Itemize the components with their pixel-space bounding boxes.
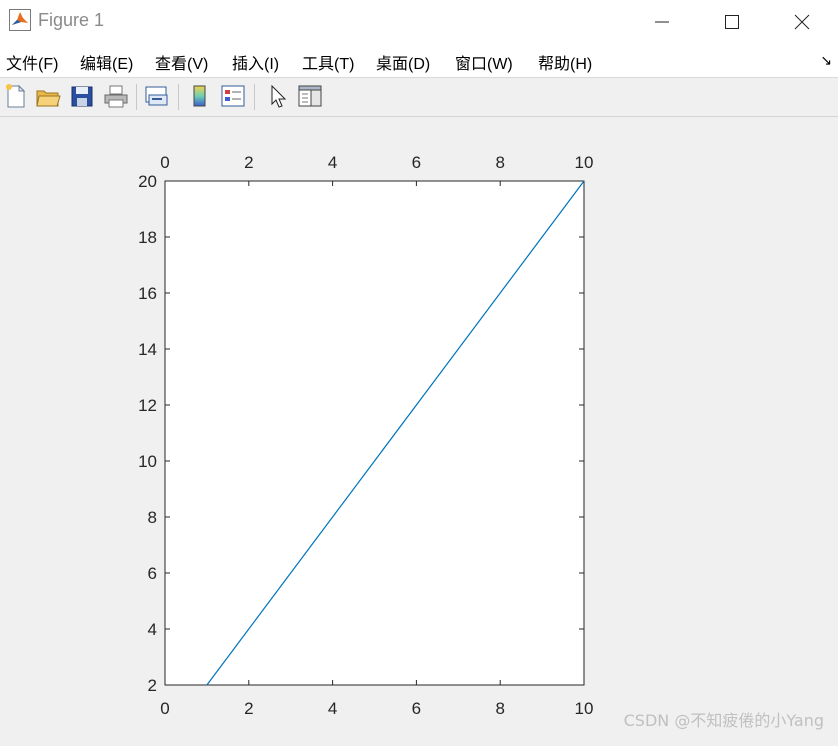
colorbar-button[interactable] <box>186 82 214 110</box>
menu-window[interactable]: 窗口(W) <box>455 50 513 74</box>
toolbar-separator <box>178 84 179 110</box>
toolbar-separator <box>136 84 137 110</box>
x-tick-label-top: 6 <box>412 153 421 172</box>
watermark: CSDN @不知疲倦的小Yang <box>623 711 824 730</box>
link-plot-button[interactable] <box>143 82 171 110</box>
link-plot-icon <box>145 86 168 106</box>
menu-help[interactable]: 帮助(H) <box>538 50 592 74</box>
x-tick-label-top: 8 <box>495 153 504 172</box>
property-inspector-icon <box>298 85 322 107</box>
undock-arrow-icon[interactable]: ↘ <box>820 52 832 69</box>
y-tick-label: 2 <box>148 676 157 695</box>
matlab-app-icon <box>9 9 31 31</box>
menu-bar: 文件(F) 编辑(E) 查看(V) 插入(I) 工具(T) 桌面(D) 窗口(W… <box>0 44 838 78</box>
y-tick-label: 4 <box>148 620 157 639</box>
print-icon <box>104 85 128 108</box>
figure-toolbar <box>0 78 838 117</box>
x-tick-label: 4 <box>328 699 337 718</box>
colorbar-icon <box>193 85 206 107</box>
x-tick-label-top: 4 <box>328 153 337 172</box>
y-tick-label: 6 <box>148 564 157 583</box>
menu-view[interactable]: 查看(V) <box>155 50 208 74</box>
property-inspector-button[interactable] <box>296 82 324 110</box>
title-bar: Figure 1 <box>0 0 838 44</box>
menu-tools[interactable]: 工具(T) <box>302 50 354 74</box>
y-tick-label: 8 <box>148 508 157 527</box>
close-icon <box>794 14 810 30</box>
x-tick-label: 2 <box>244 699 253 718</box>
x-tick-label: 8 <box>495 699 504 718</box>
y-tick-label: 18 <box>138 228 157 247</box>
axes-box <box>164 180 585 686</box>
y-tick-label: 12 <box>138 396 157 415</box>
x-tick-label: 0 <box>160 699 169 718</box>
open-file-button[interactable] <box>34 82 62 110</box>
new-figure-icon <box>6 84 26 108</box>
y-tick-label: 10 <box>138 452 157 471</box>
x-tick-label-top: 2 <box>244 153 253 172</box>
maximize-icon <box>725 15 739 29</box>
menu-edit[interactable]: 编辑(E) <box>80 50 133 74</box>
x-tick-label-top: 0 <box>160 153 169 172</box>
y-tick-label: 16 <box>138 284 157 303</box>
menu-file[interactable]: 文件(F) <box>6 50 58 74</box>
new-figure-button[interactable] <box>2 82 30 110</box>
line-chart: 002244668810102468101214161820 <box>138 153 594 718</box>
menu-insert[interactable]: 插入(I) <box>232 50 279 74</box>
x-tick-label: 6 <box>412 699 421 718</box>
figure-canvas: 0 0 2 2 4 4 6 6 8 8 10 10 2 4 6 8 10 12 14 16 18 20 CSDN @不知疲… <box>0 117 838 741</box>
minimize-button[interactable] <box>634 0 690 44</box>
legend-button[interactable] <box>219 82 247 110</box>
save-button[interactable] <box>68 82 96 110</box>
open-file-icon <box>36 90 61 107</box>
y-tick-label: 20 <box>138 172 157 191</box>
window-title: Figure 1 <box>38 10 105 30</box>
minimize-icon <box>655 21 669 23</box>
close-button[interactable] <box>774 0 830 44</box>
x-tick-label: 10 <box>575 699 594 718</box>
x-tick-label-top: 10 <box>575 153 594 172</box>
pointer-icon <box>271 84 287 108</box>
pointer-button[interactable] <box>264 82 292 110</box>
save-icon <box>71 86 93 107</box>
legend-icon <box>221 85 245 107</box>
y-tick-label: 14 <box>138 340 157 359</box>
menu-desktop[interactable]: 桌面(D) <box>376 50 430 74</box>
maximize-button[interactable] <box>704 0 760 44</box>
print-button[interactable] <box>102 82 130 110</box>
toolbar-separator <box>254 84 255 110</box>
